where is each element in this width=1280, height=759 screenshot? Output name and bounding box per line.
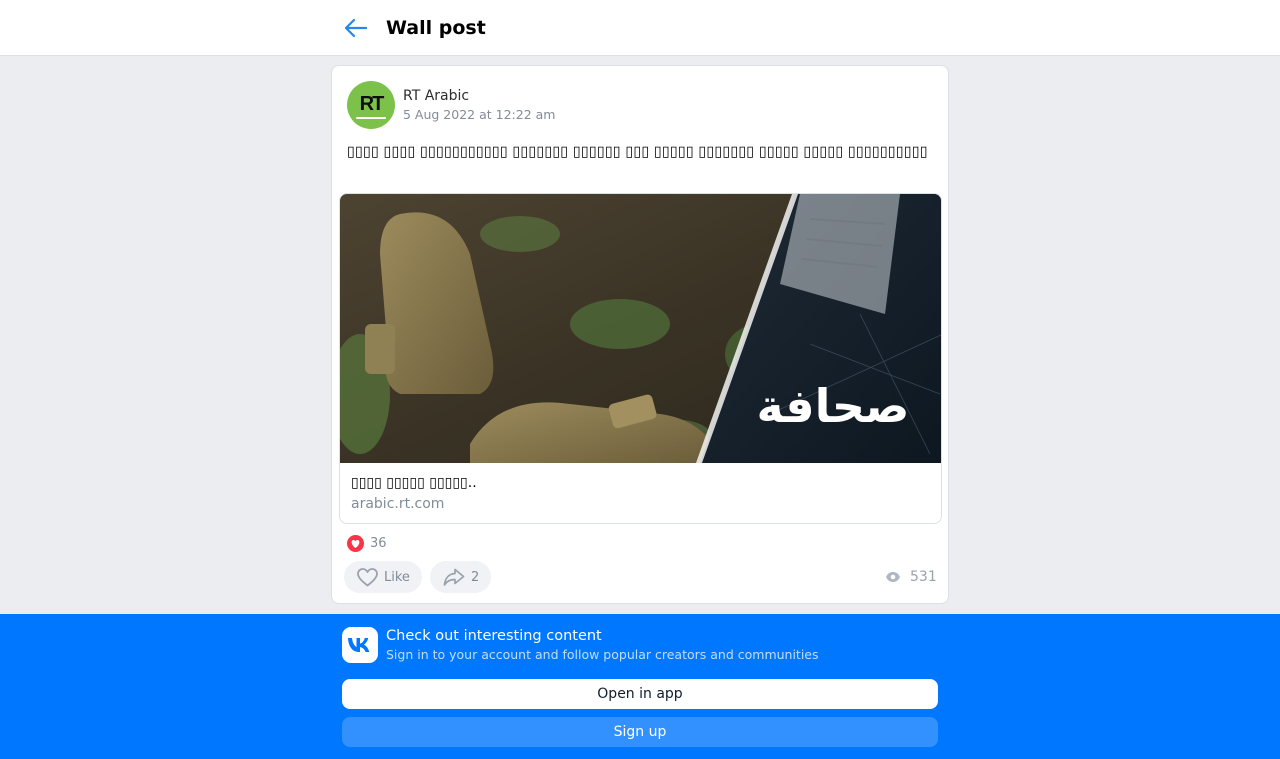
share-icon — [443, 568, 465, 586]
link-image-caption: صحافة — [757, 379, 910, 433]
banner-title: Check out interesting content — [386, 628, 602, 644]
author-name[interactable]: RT Arabic — [403, 86, 469, 106]
rt-logo-bar — [356, 116, 386, 119]
views-count: 531 — [910, 569, 937, 585]
like-button[interactable]: Like — [344, 561, 422, 593]
share-count: 2 — [471, 569, 480, 585]
page-title: Wall post — [386, 17, 486, 39]
link-domain[interactable]: arabic.rt.com — [351, 494, 444, 514]
wall-post-card: RT RT Arabic 5 Aug 2022 at 12:22 am ▯▯▯▯… — [331, 65, 949, 604]
banner-subtitle: Sign in to your account and follow popul… — [386, 647, 819, 662]
link-attachment[interactable]: صحافة ▯▯▯▯ ▯▯▯▯▯ ▯▯▯▯▯.. arabic.rt.com — [339, 193, 942, 524]
reactions-summary[interactable]: 36 — [347, 533, 387, 553]
share-button[interactable]: 2 — [430, 561, 492, 593]
top-bar: Wall post — [0, 0, 1280, 56]
heart-reaction-icon — [347, 534, 364, 552]
arrow-left-icon — [345, 19, 367, 37]
link-title[interactable]: ▯▯▯▯ ▯▯▯▯▯ ▯▯▯▯▯.. — [351, 473, 477, 493]
post-text: ▯▯▯▯ ▯▯▯▯ ▯▯▯▯▯▯▯▯▯▯▯ ▯▯▯▯▯▯▯ ▯▯▯▯▯▯ ▯▯▯… — [347, 144, 928, 160]
author-avatar[interactable]: RT — [347, 81, 395, 129]
views-counter: 531 — [885, 567, 937, 587]
like-label: Like — [384, 569, 410, 585]
sign-up-button[interactable]: Sign up — [342, 717, 938, 747]
open-in-app-button[interactable]: Open in app — [342, 679, 938, 709]
link-preview-image: صحافة — [340, 194, 941, 463]
eye-icon — [886, 572, 900, 582]
rt-logo: RT — [359, 92, 385, 115]
reactions-count: 36 — [370, 535, 387, 551]
back-button[interactable] — [340, 12, 372, 44]
post-date[interactable]: 5 Aug 2022 at 12:22 am — [403, 107, 555, 123]
heart-outline-icon — [357, 567, 378, 586]
signin-promo-banner: Check out interesting content Sign in to… — [0, 614, 1280, 759]
vk-logo-icon — [342, 627, 378, 663]
